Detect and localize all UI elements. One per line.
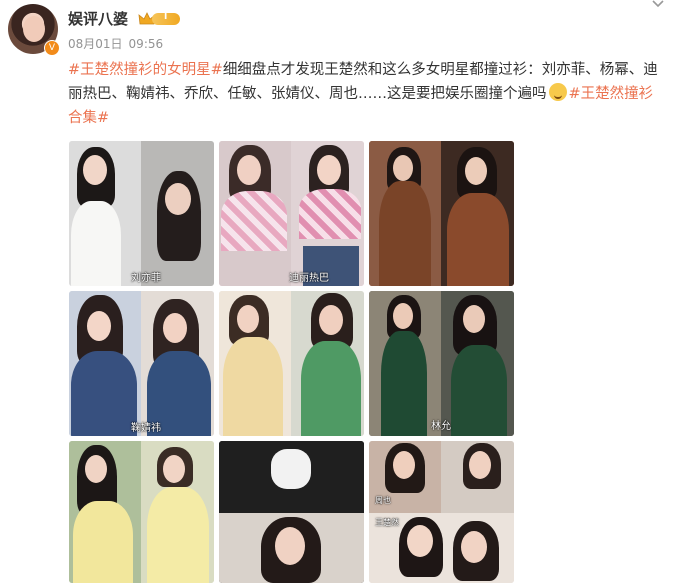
- verified-icon: V: [44, 40, 60, 56]
- image-caption: 迪丽热巴: [289, 273, 329, 284]
- grid-image-9[interactable]: 周也 王楚然: [369, 441, 514, 583]
- post-meta: 08月01日 09:56: [68, 35, 169, 52]
- grid-image-5[interactable]: [219, 291, 364, 436]
- weibo-post: V 娱评八婆 I 08月01日 09:56 #王楚然撞衫的女明星#细细盘点才发现王…: [0, 0, 679, 583]
- vip-level: I: [164, 12, 168, 22]
- image-caption: 鞠婧祎: [131, 423, 161, 434]
- avatar[interactable]: V: [8, 4, 60, 56]
- chevron-down-icon[interactable]: [650, 0, 666, 12]
- grid-image-1[interactable]: 刘亦菲: [69, 141, 214, 286]
- grid-image-3[interactable]: [369, 141, 514, 286]
- post-time[interactable]: 09:56: [129, 37, 164, 51]
- post-date[interactable]: 08月01日: [68, 37, 123, 51]
- grid-image-7[interactable]: [69, 441, 214, 583]
- grid-image-2[interactable]: 迪丽热巴: [219, 141, 364, 286]
- image-caption: 刘亦菲: [131, 273, 161, 284]
- username[interactable]: 娱评八婆: [68, 8, 128, 29]
- image-caption: 林允: [431, 421, 451, 432]
- grid-image-4[interactable]: 鞠婧祎: [69, 291, 214, 436]
- image-caption: 周也: [375, 496, 391, 505]
- topic-tag[interactable]: #王楚然撞衫的女明星#: [68, 62, 223, 78]
- grid-image-8[interactable]: [219, 441, 364, 583]
- grid-image-6[interactable]: 林允: [369, 291, 514, 436]
- image-caption: 王楚然: [375, 518, 399, 527]
- vip-badge[interactable]: I: [138, 11, 180, 27]
- post-content: #王楚然撞衫的女明星#细细盘点才发现王楚然和这么多女明星都撞过衫：刘亦菲、杨幂、…: [68, 58, 660, 130]
- avatar-face: [23, 16, 45, 42]
- smile-emoji: [548, 83, 567, 101]
